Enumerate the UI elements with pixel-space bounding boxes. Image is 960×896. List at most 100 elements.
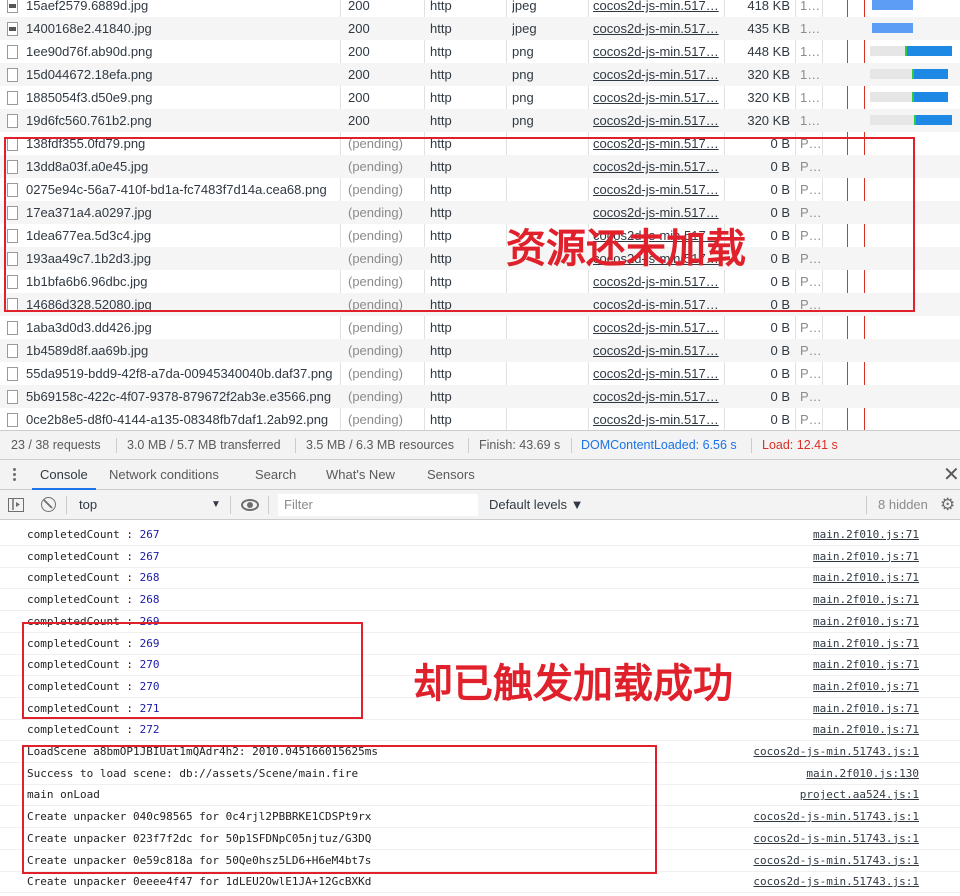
console-source-link[interactable]: cocos2d-js-min.51743.js:1	[753, 828, 919, 850]
tab-console[interactable]: Console	[32, 460, 96, 490]
request-initiator[interactable]: cocos2d-js-min.517…	[593, 339, 719, 362]
request-size: 0 B	[770, 389, 790, 404]
tab-search[interactable]: Search	[255, 460, 296, 490]
drawer-tab-bar: Console Network conditions Search What's…	[0, 460, 960, 490]
request-type	[512, 316, 584, 339]
console-message-text: completedCount : 268	[27, 567, 159, 589]
console-source-link[interactable]: project.aa524.js:1	[800, 784, 919, 806]
context-selector[interactable]: top	[79, 490, 97, 520]
request-status: (pending)	[348, 412, 403, 427]
request-name: 1aba3d0d3.dd426.jpg	[26, 320, 152, 335]
annotation-resources-not-loaded: 资源还未加载	[506, 226, 746, 272]
request-name: 55da9519-bdd9-42f8-a7da-00945340040b.daf…	[26, 366, 333, 381]
request-time: 1…	[800, 44, 820, 59]
request-name: 0ce2b8e5-d8f0-4144-a135-08348fb7daf1.2ab…	[26, 412, 329, 427]
sidebar-toggle-icon[interactable]	[8, 498, 24, 512]
network-request-row[interactable]: 15aef2579.6889d.jpg 200 http jpeg cocos2d-js…	[0, 0, 960, 17]
request-type	[512, 362, 584, 385]
network-request-row[interactable]: 5b69158c-422c-4f07-9378-879672f2ab3e.e35…	[0, 385, 960, 408]
request-initiator[interactable]: cocos2d-js-min.517…	[593, 0, 719, 17]
tab-sensors[interactable]: Sensors	[427, 460, 475, 490]
waterfall-bar	[870, 69, 912, 79]
tab-network-conditions[interactable]: Network conditions	[109, 460, 219, 490]
console-source-link[interactable]: main.2f010.js:130	[806, 763, 919, 785]
network-request-row[interactable]: 19d6fc560.761b2.png 200 http png cocos2d-js-…	[0, 109, 960, 132]
console-message-value: 268	[139, 593, 160, 607]
console-source-link[interactable]: main.2f010.js:71	[813, 611, 919, 633]
request-initiator[interactable]: cocos2d-js-min.517…	[593, 40, 719, 63]
request-size: 0 B	[770, 343, 790, 358]
console-message-label: Create unpacker 0eeee4f47 for 1dLEU2OwlE…	[27, 875, 372, 889]
console-message-value: 267	[139, 549, 160, 563]
request-initiator[interactable]: cocos2d-js-min.517…	[593, 316, 719, 339]
request-time: 1…	[800, 90, 820, 105]
console-source-link[interactable]: main.2f010.js:71	[813, 546, 919, 568]
network-request-row[interactable]: 1ee90d76f.ab90d.png 200 http png cocos2d-js-…	[0, 40, 960, 63]
request-type	[512, 408, 584, 430]
request-name: 19d6fc560.761b2.png	[26, 113, 152, 128]
console-message-value: 268	[139, 571, 160, 585]
console-source-link[interactable]: main.2f010.js:71	[813, 698, 919, 720]
request-protocol: http	[430, 90, 452, 105]
request-time: P…	[800, 366, 820, 381]
request-type: png	[512, 67, 534, 82]
request-initiator[interactable]: cocos2d-js-min.517…	[593, 109, 719, 132]
network-request-row[interactable]: 55da9519-bdd9-42f8-a7da-00945340040b.daf…	[0, 362, 960, 385]
request-name: 15aef2579.6889d.jpg	[26, 0, 149, 13]
drawer-menu-icon[interactable]	[13, 468, 16, 483]
console-source-link[interactable]: main.2f010.js:71	[813, 676, 919, 698]
network-request-row[interactable]: 1400168e2.41840.jpg 200 http jpeg cocos2d-js…	[0, 17, 960, 40]
console-settings-gear-icon[interactable]: ⚙	[940, 490, 955, 520]
console-filter-input[interactable]: Filter	[278, 494, 478, 516]
console-message: completedCount : 267 main.2f010.js:71	[0, 546, 960, 568]
request-initiator[interactable]: cocos2d-js-min.517…	[593, 63, 719, 86]
network-request-row[interactable]: 0ce2b8e5-d8f0-4144-a135-08348fb7daf1.2ab…	[0, 408, 960, 430]
request-status: (pending)	[348, 320, 403, 335]
highlight-scene-loaded-logs	[22, 745, 657, 874]
console-source-link[interactable]: main.2f010.js:71	[813, 633, 919, 655]
request-protocol: http	[430, 21, 452, 36]
request-initiator[interactable]: cocos2d-js-min.517…	[593, 362, 719, 385]
console-source-link[interactable]: cocos2d-js-min.51743.js:1	[753, 806, 919, 828]
console-source-link[interactable]: main.2f010.js:71	[813, 524, 919, 546]
console-source-link[interactable]: main.2f010.js:71	[813, 719, 919, 741]
file-icon	[7, 413, 18, 427]
close-drawer-icon[interactable]: ✕	[943, 460, 960, 490]
request-protocol: http	[430, 343, 452, 358]
network-request-row[interactable]: 15d044672.18efa.png 200 http png cocos2d-js-…	[0, 63, 960, 86]
network-request-row[interactable]: 1885054f3.d50e9.png 200 http png cocos2d-js-…	[0, 86, 960, 109]
console-source-link[interactable]: main.2f010.js:71	[813, 654, 919, 676]
image-file-icon	[7, 0, 18, 13]
clear-console-icon[interactable]	[41, 497, 56, 512]
console-source-link[interactable]: main.2f010.js:71	[813, 589, 919, 611]
request-initiator[interactable]: cocos2d-js-min.517…	[593, 86, 719, 109]
request-status: (pending)	[348, 343, 403, 358]
request-status: 200	[348, 67, 370, 82]
request-size: 0 B	[770, 320, 790, 335]
request-time: P…	[800, 412, 820, 427]
live-expression-eye-icon[interactable]	[241, 499, 259, 511]
log-levels-dropdown[interactable]: Default levels ▼	[489, 490, 584, 520]
request-initiator[interactable]: cocos2d-js-min.517…	[593, 385, 719, 408]
tab-whats-new[interactable]: What's New	[326, 460, 395, 490]
request-initiator[interactable]: cocos2d-js-min.517…	[593, 17, 719, 40]
summary-transferred: 3.0 MB / 5.7 MB transferred	[127, 438, 281, 452]
network-request-row[interactable]: 1b4589d8f.aa69b.jpg (pending) http cocos2d-…	[0, 339, 960, 362]
request-protocol: http	[430, 113, 452, 128]
context-dropdown-icon[interactable]: ▼	[211, 490, 221, 520]
console-message-label: completedCount :	[27, 549, 140, 563]
request-size: 448 KB	[747, 44, 790, 59]
console-source-link[interactable]: cocos2d-js-min.51743.js:1	[753, 850, 919, 872]
request-protocol: http	[430, 389, 452, 404]
request-initiator[interactable]: cocos2d-js-min.517…	[593, 408, 719, 430]
summary-domcontentloaded: DOMContentLoaded: 6.56 s	[581, 438, 737, 452]
console-source-link[interactable]: main.2f010.js:71	[813, 567, 919, 589]
request-time: 1…	[800, 21, 820, 36]
file-icon	[7, 390, 18, 404]
console-source-link[interactable]: cocos2d-js-min.51743.js:1	[753, 871, 919, 893]
request-time: 1…	[800, 113, 820, 128]
network-request-row[interactable]: 1aba3d0d3.dd426.jpg (pending) http cocos2d-…	[0, 316, 960, 339]
request-time: 1…	[800, 0, 820, 13]
summary-resources: 3.5 MB / 6.3 MB resources	[306, 438, 454, 452]
console-source-link[interactable]: cocos2d-js-min.51743.js:1	[753, 741, 919, 763]
